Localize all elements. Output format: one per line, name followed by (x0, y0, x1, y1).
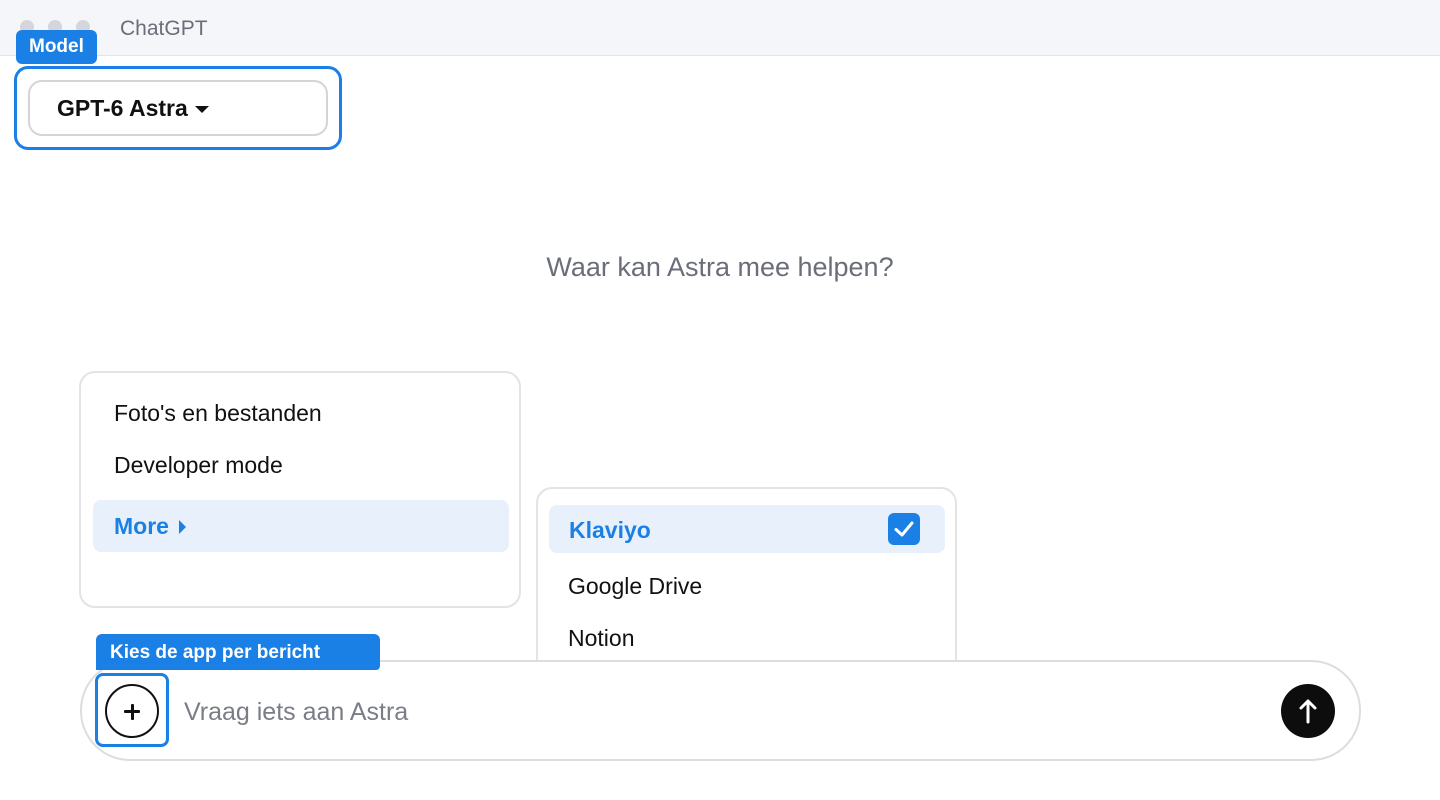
attach-menu: Foto's en bestanden Developer mode More (79, 371, 521, 608)
checkmark-icon[interactable] (888, 513, 920, 545)
menu-item-photos-files[interactable]: Foto's en bestanden (114, 400, 322, 427)
more-label: More (114, 512, 169, 539)
app-item-klaviyo[interactable]: Klaviyo (549, 505, 945, 553)
app-item-notion[interactable]: Notion (568, 625, 634, 652)
model-callout: Model (16, 30, 97, 64)
caret-down-icon (194, 105, 209, 113)
app-title: ChatGPT (120, 17, 208, 40)
app-item-google-drive[interactable]: Google Drive (568, 573, 702, 600)
arrow-up-icon (1299, 699, 1317, 724)
prompt-heading: Waar kan Astra mee helpen? (546, 252, 894, 282)
message-input[interactable] (184, 694, 1264, 730)
app-picker-callout: Kies de app per bericht (96, 634, 380, 670)
title-bar: ChatGPT (0, 0, 1440, 56)
model-selector-label: GPT-6 Astra (57, 94, 188, 121)
menu-item-more[interactable]: More (93, 500, 509, 552)
send-button[interactable] (1281, 684, 1335, 738)
add-button[interactable] (105, 684, 159, 738)
caret-right-icon (178, 520, 186, 534)
menu-item-developer-mode[interactable]: Developer mode (114, 452, 283, 479)
model-selector[interactable]: GPT-6 Astra (28, 80, 328, 136)
app-item-klaviyo-label: Klaviyo (569, 517, 651, 543)
